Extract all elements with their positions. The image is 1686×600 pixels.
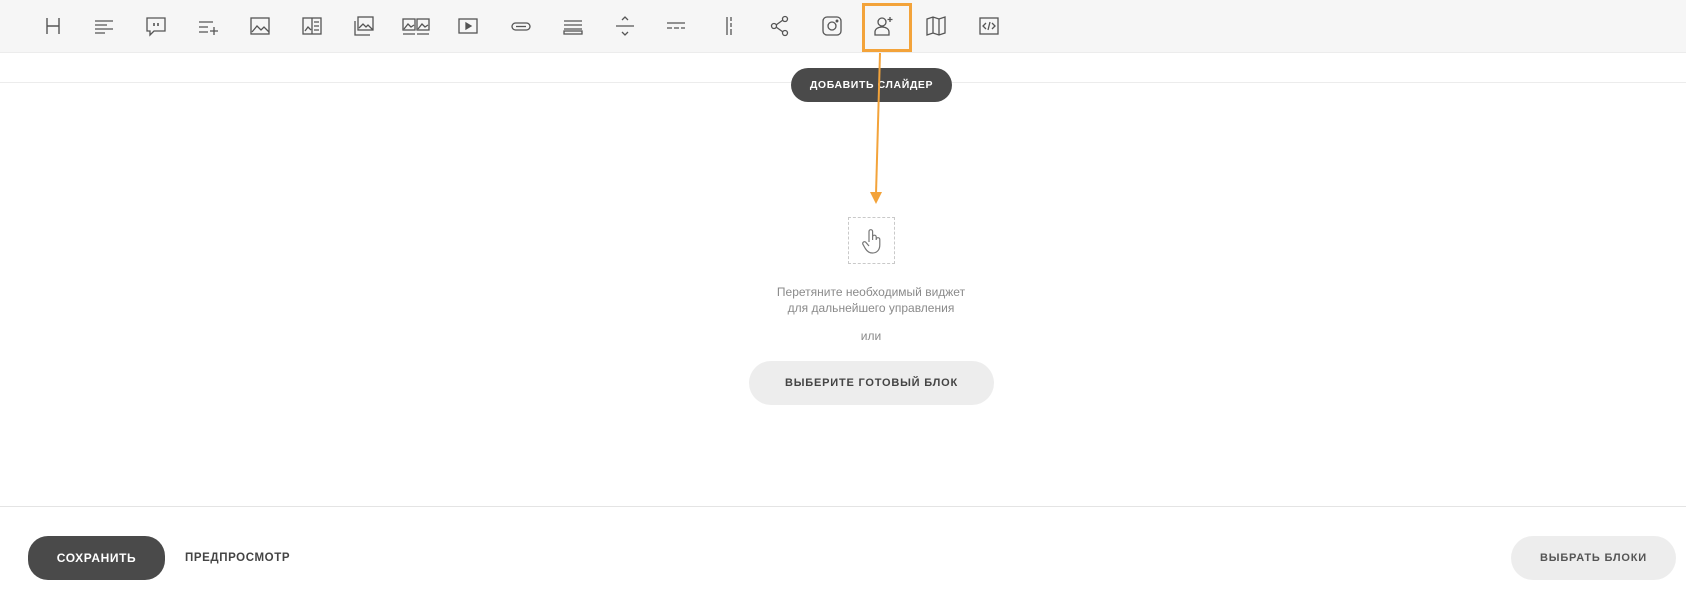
tool-image[interactable] <box>243 9 277 43</box>
image-icon <box>250 17 270 35</box>
vertical-divider-icon <box>726 17 732 35</box>
widget-drop-zone[interactable] <box>848 217 895 264</box>
tool-quote[interactable] <box>139 9 173 43</box>
code-icon <box>979 17 999 35</box>
widget-toolbar <box>0 0 1686 53</box>
tool-gallery[interactable] <box>347 9 381 43</box>
tool-image-text[interactable] <box>295 9 329 43</box>
instagram-icon <box>822 16 842 36</box>
image-pair-icon <box>402 18 430 35</box>
tool-instagram[interactable] <box>815 9 849 43</box>
tool-map[interactable] <box>919 9 953 43</box>
divider-arrows-icon <box>616 16 634 36</box>
tool-add-user[interactable] <box>862 3 912 52</box>
share-icon <box>770 15 789 37</box>
or-label: или <box>860 329 882 343</box>
tool-dashed-divider[interactable] <box>659 9 693 43</box>
tool-heading[interactable] <box>36 9 70 43</box>
lines-icon <box>563 20 583 35</box>
tool-text[interactable] <box>87 9 121 43</box>
add-user-icon <box>874 17 893 36</box>
tool-code[interactable] <box>972 9 1006 43</box>
tool-video[interactable] <box>451 9 485 43</box>
tool-vertical-divider[interactable] <box>712 9 746 43</box>
choose-ready-block-button[interactable]: ВЫБЕРИТЕ ГОТОВЫЙ БЛОК <box>749 361 994 405</box>
tool-list-add[interactable] <box>191 9 225 43</box>
drop-hint-line-2: для дальнейшего управления <box>787 301 955 315</box>
list-add-icon <box>199 21 218 35</box>
tool-button[interactable] <box>504 9 538 43</box>
add-slider-button[interactable]: ДОБАВИТЬ СЛАЙДЕР <box>791 68 952 102</box>
tool-image-pair[interactable] <box>399 9 433 43</box>
heading-icon <box>46 18 60 34</box>
text-icon <box>95 20 113 34</box>
dashed-divider-icon <box>667 22 685 29</box>
map-icon <box>926 16 946 36</box>
button-icon <box>511 22 531 31</box>
select-blocks-button[interactable]: ВЫБРАТЬ БЛОКИ <box>1511 536 1676 580</box>
video-icon <box>458 18 478 34</box>
footer-separator <box>0 506 1686 507</box>
tool-divider[interactable] <box>608 9 642 43</box>
drop-hint-line-1: Перетяните необходимый виджет <box>776 285 966 299</box>
gallery-icon <box>354 16 374 36</box>
drop-hint-text: Перетяните необходимый виджет для дальне… <box>700 284 1042 316</box>
quote-icon <box>146 17 166 37</box>
preview-link[interactable]: ПРЕДПРОСМОТР <box>185 536 290 580</box>
save-button[interactable]: СОХРАНИТЬ <box>28 536 165 580</box>
image-text-icon <box>302 17 322 35</box>
hand-pointer-icon <box>861 228 880 254</box>
tool-share[interactable] <box>763 9 797 43</box>
tool-lines[interactable] <box>556 9 590 43</box>
